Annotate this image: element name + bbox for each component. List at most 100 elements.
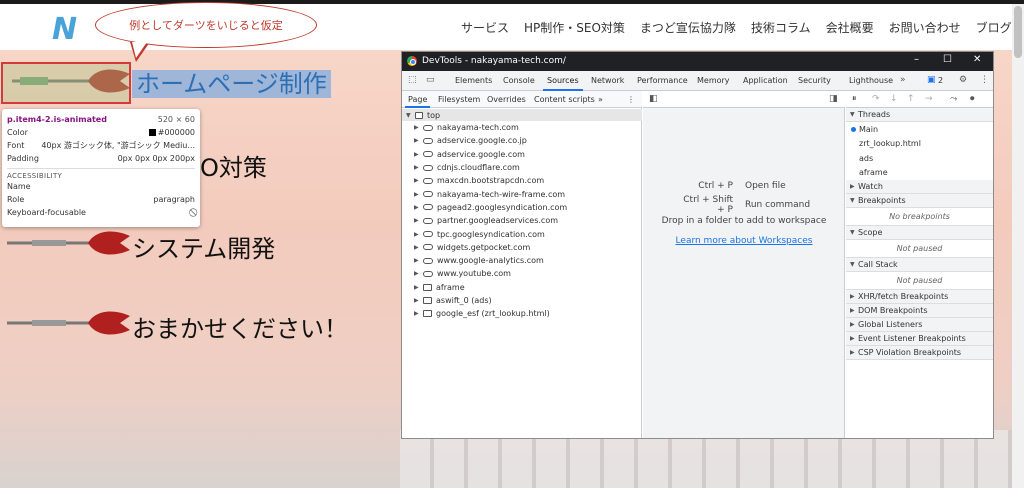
tab-console[interactable]: Console	[503, 76, 535, 85]
learn-workspaces-link[interactable]: Learn more about Workspaces	[643, 236, 845, 246]
tooltip-color-value: #000000	[157, 128, 195, 137]
nav-item-services[interactable]: サービス	[461, 19, 509, 36]
tab-security[interactable]: Security	[798, 76, 831, 85]
subtab-content-scripts[interactable]: Content scripts	[534, 95, 595, 104]
nav-item-blog[interactable]: ブログ	[976, 19, 1012, 36]
devtools-title: DevTools - nakayama-tech.com/	[422, 56, 566, 66]
issues-badge-icon[interactable]: ▣	[927, 75, 936, 85]
cloud-icon	[423, 270, 433, 277]
section-csp-breakpoints[interactable]: ▶ CSP Violation Breakpoints	[846, 346, 993, 360]
toggle-navigator-icon[interactable]: ◧	[649, 94, 658, 104]
more-subtabs-icon[interactable]: »	[598, 95, 603, 104]
collapsed-triangle-icon: ▶	[414, 243, 419, 251]
tree-item[interactable]: ▶ adservice.google.com	[402, 148, 642, 161]
thread-aframe[interactable]: aframe	[846, 166, 993, 181]
gear-icon[interactable]: ⚙	[959, 75, 967, 85]
tab-elements[interactable]: Elements	[455, 76, 492, 85]
deactivate-breakpoints-icon[interactable]: ⤳	[950, 94, 957, 104]
section-xhr-breakpoints[interactable]: ▶ XHR/fetch Breakpoints	[846, 290, 993, 304]
tree-item[interactable]: ▶ partner.googleadservices.com	[402, 214, 642, 227]
folder-icon	[423, 283, 432, 291]
tab-memory[interactable]: Memory	[697, 76, 730, 85]
tree-item[interactable]: ▶ aframe	[402, 281, 642, 294]
nav-item-company[interactable]: 会社概要	[826, 19, 874, 36]
page-scrollbar-thumb[interactable]	[1014, 6, 1022, 58]
site-logo[interactable]: N	[52, 12, 77, 47]
step-icon[interactable]: →	[925, 94, 933, 104]
tree-item[interactable]: ▶ www.youtube.com	[402, 267, 642, 280]
section-watch[interactable]: ▶ Watch	[846, 180, 993, 194]
tooltip-font-label: Font	[7, 141, 25, 150]
close-icon[interactable]: ✕	[973, 54, 981, 65]
tooltip-color-label: Color	[7, 128, 28, 137]
tree-item[interactable]: ▶ google_esf (zrt_lookup.html)	[402, 307, 642, 320]
issues-count[interactable]: 2	[938, 76, 943, 85]
nav-item-contact[interactable]: お問い合わせ	[889, 19, 961, 36]
more-tabs-icon[interactable]: »	[900, 75, 906, 85]
thread-main[interactable]: Main	[846, 122, 993, 137]
pause-on-exceptions-icon[interactable]: ⏺	[970, 94, 975, 104]
callout-tail-inner	[132, 42, 147, 58]
collapsed-triangle-icon: ▶	[850, 335, 855, 342]
kebab-menu-icon[interactable]: ⋮	[980, 75, 989, 85]
tab-network[interactable]: Network	[591, 76, 624, 85]
tree-item[interactable]: ▶ widgets.getpocket.com	[402, 241, 642, 254]
tree-item[interactable]: ▶ cdnjs.cloudflare.com	[402, 161, 642, 174]
step-into-icon[interactable]: ↓	[890, 94, 898, 104]
no-breakpoints-text: No breakpoints	[846, 208, 993, 226]
tree-item[interactable]: ▶ pagead2.googlesyndication.com	[402, 201, 642, 214]
thread-zrt-lookup[interactable]: zrt_lookup.html	[846, 137, 993, 152]
cloud-icon	[423, 191, 433, 198]
section-event-listener-breakpoints[interactable]: ▶ Event Listener Breakpoints	[846, 332, 993, 346]
section-label: Breakpoints	[858, 196, 906, 205]
section-scope[interactable]: ▼ Scope	[846, 226, 993, 240]
step-out-icon[interactable]: ↑	[907, 94, 915, 104]
tree-item[interactable]: ▶ aswift_0 (ads)	[402, 294, 642, 307]
collapsed-triangle-icon: ▶	[414, 230, 419, 238]
section-threads[interactable]: ▼ Threads	[846, 108, 993, 122]
callout-text: 例としてダーツをいじると仮定	[129, 19, 283, 32]
section-call-stack[interactable]: ▼ Call Stack	[846, 258, 993, 272]
section-breakpoints[interactable]: ▼ Breakpoints	[846, 194, 993, 208]
subtab-overrides[interactable]: Overrides	[487, 95, 526, 104]
tab-performance[interactable]: Performance	[637, 76, 688, 85]
section-global-listeners[interactable]: ▶ Global Listeners	[846, 318, 993, 332]
minimize-icon[interactable]: –	[914, 54, 919, 65]
editor-placeholder: Ctrl + P Open file Ctrl + Shift + P Run co…	[643, 176, 845, 247]
thread-ads[interactable]: ads	[846, 151, 993, 166]
tree-item[interactable]: ▶ www.google-analytics.com	[402, 254, 642, 267]
tab-sources[interactable]: Sources	[543, 76, 583, 91]
tree-item[interactable]: ▶ nakayama-tech.com	[402, 121, 642, 134]
inspect-element-icon[interactable]: ⬚	[408, 75, 417, 85]
tree-item[interactable]: ▶ tpc.googlesyndication.com	[402, 227, 642, 240]
frame-icon	[415, 111, 423, 119]
tooltip-font-value: 40px 游ゴシック体, "游ゴシック Mediu...	[41, 141, 195, 150]
tree-root-top[interactable]: ▼ top	[402, 109, 642, 121]
nav-item-hp-seo[interactable]: HP制作・SEO対策	[524, 19, 625, 36]
tree-item[interactable]: ▶ nakayama-tech-wire-frame.com	[402, 187, 642, 200]
tooltip-size: 520 × 60	[157, 115, 195, 124]
hero-line-hp-text: ホームページ制作	[132, 70, 331, 98]
tree-item-label: tpc.googlesyndication.com	[437, 229, 545, 239]
tree-item[interactable]: ▶ adservice.google.co.jp	[402, 134, 642, 147]
subtab-page[interactable]: Page	[404, 95, 431, 108]
subtab-filesystem[interactable]: Filesystem	[438, 95, 480, 104]
pause-icon[interactable]: ⏸	[852, 94, 857, 104]
toggle-debugger-icon[interactable]: ◨	[829, 94, 838, 104]
maximize-icon[interactable]: ☐	[943, 54, 952, 65]
tooltip-role-label: Role	[7, 195, 25, 204]
tab-lighthouse[interactable]: Lighthouse	[849, 76, 893, 85]
device-toolbar-icon[interactable]: ▭	[426, 75, 435, 85]
tab-application[interactable]: Application	[743, 76, 788, 85]
page-scrollbar[interactable]	[1012, 4, 1024, 488]
tree-item[interactable]: ▶ maxcdn.bootstrapcdn.com	[402, 174, 642, 187]
nav-item-matsudo[interactable]: まつど宣伝協力隊	[640, 19, 736, 36]
kebab-menu-icon[interactable]: ⋮	[627, 95, 635, 104]
nav-item-tech-column[interactable]: 技術コラム	[751, 19, 811, 36]
collapsed-triangle-icon: ▶	[414, 150, 419, 158]
cloud-icon	[423, 244, 433, 251]
shortcut-keys: Ctrl + Shift + P	[683, 194, 733, 215]
sources-navigator: Page Filesystem Overrides Content script…	[402, 91, 642, 438]
step-over-icon[interactable]: ↷	[872, 94, 880, 104]
section-dom-breakpoints[interactable]: ▶ DOM Breakpoints	[846, 304, 993, 318]
